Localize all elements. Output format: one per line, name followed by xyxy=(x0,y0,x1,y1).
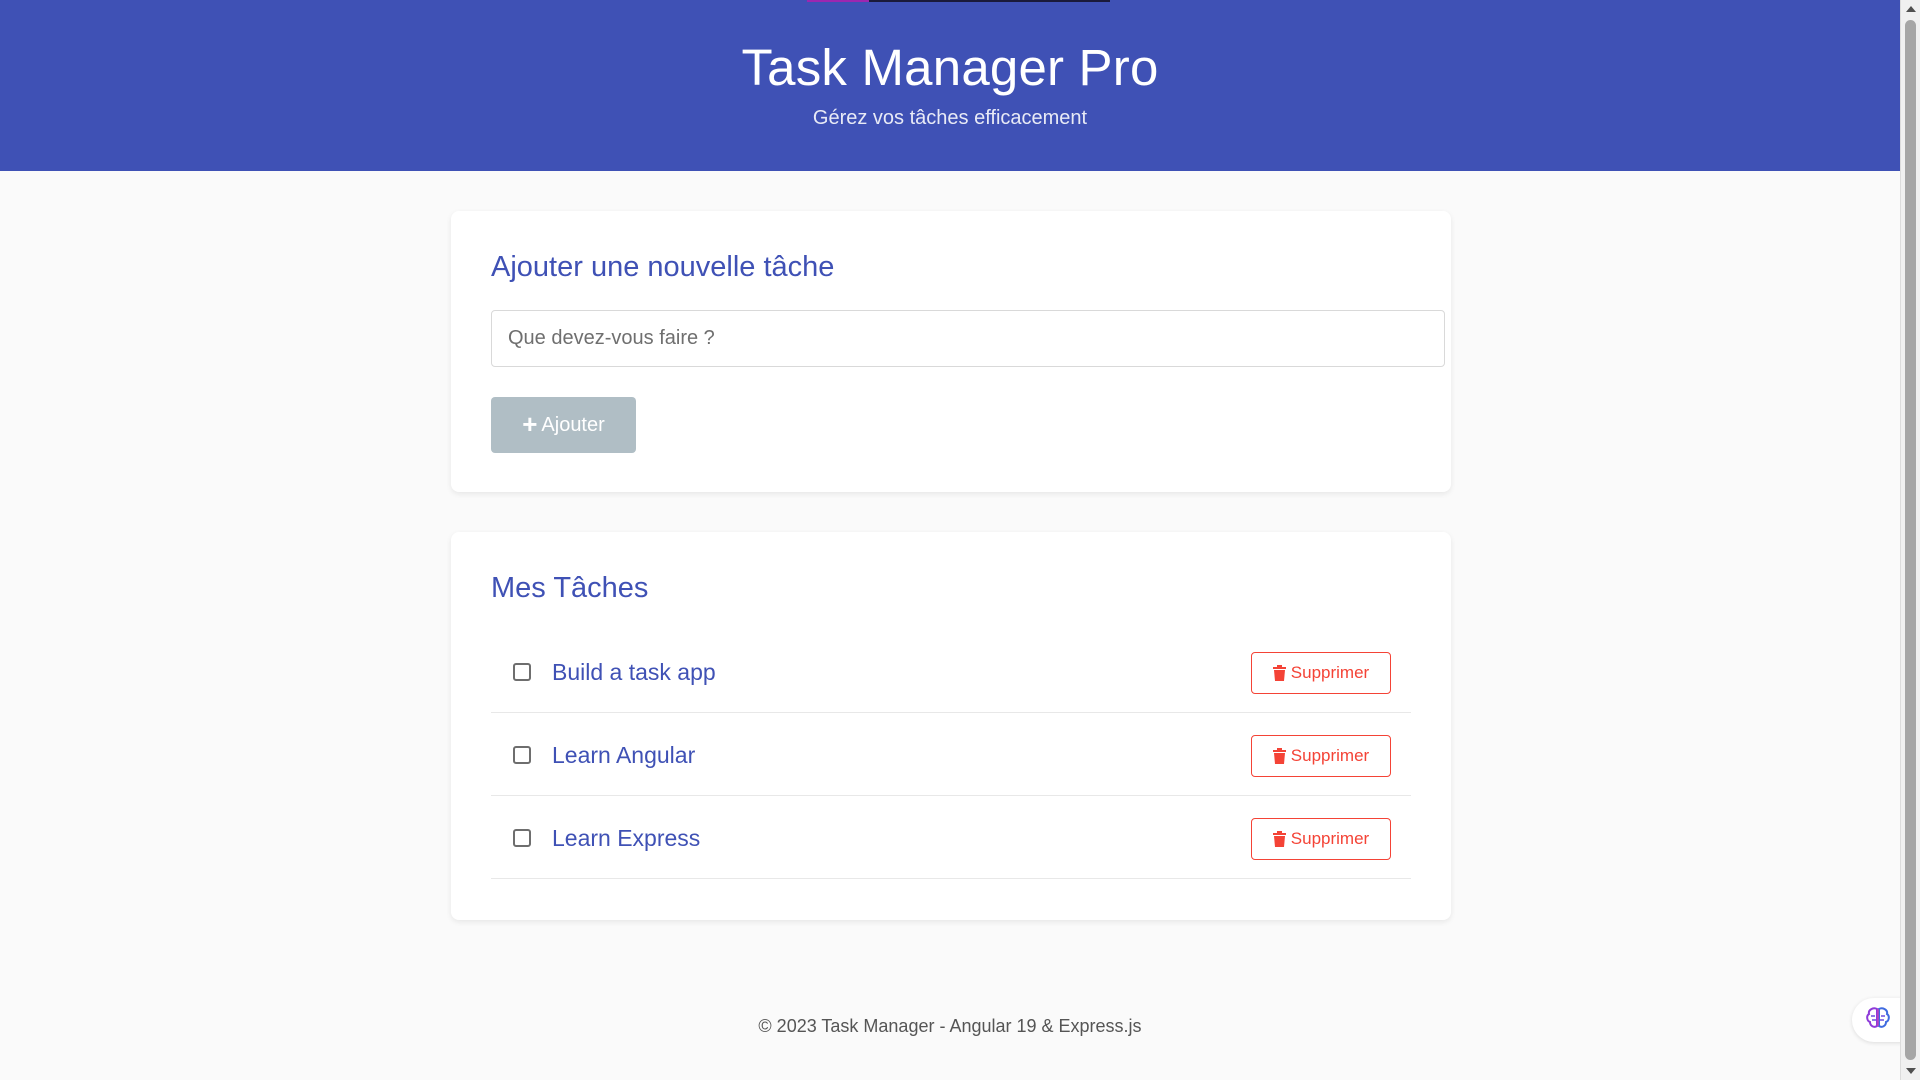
add-button-label: Ajouter xyxy=(541,413,605,436)
page: Task Manager Pro Gérez vos tâches effica… xyxy=(0,0,1920,1080)
task-item: Learn Angular Supprimer xyxy=(491,713,1411,796)
add-task-button[interactable]: + Ajouter xyxy=(491,397,636,453)
header-accent-bar xyxy=(807,0,1110,2)
task-item: Build a task app Supprimer xyxy=(491,630,1411,713)
app-header: Task Manager Pro Gérez vos tâches effica… xyxy=(0,0,1900,171)
task-label: Learn Express xyxy=(552,825,701,851)
assistant-widget-button[interactable] xyxy=(1852,998,1904,1042)
task-item: Learn Express Supprimer xyxy=(491,796,1411,879)
brain-icon xyxy=(1865,1006,1891,1035)
vertical-scrollbar[interactable] xyxy=(1900,0,1920,1080)
trash-icon xyxy=(1272,831,1286,847)
new-task-input[interactable] xyxy=(491,310,1445,367)
task-checkbox[interactable] xyxy=(513,746,531,764)
delete-button-label: Supprimer xyxy=(1290,663,1370,682)
task-list-title: Mes Tâches xyxy=(491,572,649,604)
scroll-up-arrow-icon[interactable] xyxy=(1906,6,1916,12)
delete-task-button[interactable]: Supprimer xyxy=(1251,735,1391,777)
delete-button-label: Supprimer xyxy=(1290,746,1370,765)
scroll-down-arrow-icon[interactable] xyxy=(1906,1068,1916,1074)
app-subtitle: Gérez vos tâches efficacement xyxy=(812,107,1088,129)
task-label: Learn Angular xyxy=(552,742,696,768)
delete-button-label: Supprimer xyxy=(1290,829,1370,848)
task-list: Build a task app Supprimer Learn Angular… xyxy=(491,630,1411,879)
task-label: Build a task app xyxy=(552,659,716,685)
task-checkbox[interactable] xyxy=(513,663,531,681)
delete-task-button[interactable]: Supprimer xyxy=(1251,818,1391,860)
task-list-card: Mes Tâches Build a task app Supprimer Le… xyxy=(451,532,1451,920)
task-checkbox[interactable] xyxy=(513,829,531,847)
trash-icon xyxy=(1272,748,1286,764)
app-title: Task Manager Pro xyxy=(741,39,1159,96)
trash-icon xyxy=(1272,665,1286,681)
footer: © 2023 Task Manager - Angular 19 & Expre… xyxy=(758,1016,1142,1036)
delete-task-button[interactable]: Supprimer xyxy=(1251,652,1391,694)
scrollbar-thumb[interactable] xyxy=(1905,20,1916,1060)
add-task-card: Ajouter une nouvelle tâche + Ajouter xyxy=(451,211,1451,492)
add-task-title: Ajouter une nouvelle tâche xyxy=(491,251,835,283)
plus-icon: + xyxy=(522,409,538,439)
